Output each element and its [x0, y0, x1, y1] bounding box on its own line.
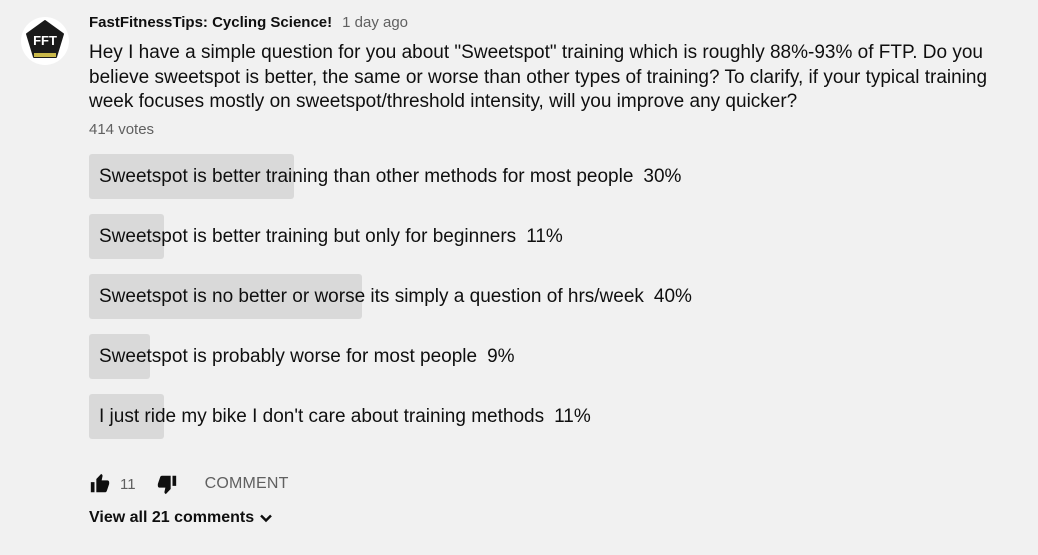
post-time[interactable]: 1 day ago	[342, 14, 408, 31]
avatar-text: FFT	[33, 33, 57, 48]
dislike-button[interactable]	[156, 473, 178, 495]
channel-avatar[interactable]: FFT	[21, 17, 69, 65]
poll-option-label: I just ride my bike I don't care about t…	[99, 405, 545, 427]
poll-option-label: Sweetspot is probably worse for most peo…	[99, 345, 478, 367]
fft-logo-icon: FFT	[21, 17, 69, 65]
poll-option[interactable]: I just ride my bike I don't care about t…	[89, 393, 1019, 439]
poll-option-percent: 40%	[653, 285, 692, 307]
poll-option[interactable]: Sweetspot is probably worse for most peo…	[89, 333, 1019, 379]
poll-option-text: Sweetspot is better training than other …	[99, 154, 681, 199]
post-content: FastFitnessTips: Cycling Science! 1 day …	[89, 14, 1019, 454]
poll-option[interactable]: Sweetspot is better training but only fo…	[89, 213, 1019, 259]
community-post: FFT FastFitnessTips: Cycling Science! 1 …	[0, 0, 1038, 555]
like-count: 11	[120, 475, 136, 493]
poll-option-percent: 30%	[643, 165, 682, 187]
poll-option-label: Sweetspot is better training but only fo…	[99, 225, 517, 247]
poll-option-percent: 11%	[554, 405, 591, 427]
poll-option-label: Sweetspot is better training than other …	[99, 165, 634, 187]
action-bar: 11 COMMENT	[89, 470, 289, 498]
like-button[interactable]	[89, 473, 111, 495]
poll-option[interactable]: Sweetspot is better training than other …	[89, 153, 1019, 199]
poll-option-label: Sweetspot is no better or worse its simp…	[99, 285, 644, 307]
vote-count: 414 votes	[89, 120, 155, 138]
post-header: FastFitnessTips: Cycling Science! 1 day …	[89, 14, 1019, 36]
view-all-comments-label: View all 21 comments	[89, 509, 255, 526]
thumbs-down-icon	[157, 475, 176, 495]
comment-button[interactable]: COMMENT	[205, 475, 289, 493]
view-all-comments-button[interactable]: View all 21 comments	[89, 509, 273, 527]
poll-option-text: Sweetspot is probably worse for most peo…	[99, 334, 515, 379]
poll-option-text: Sweetspot is no better or worse its simp…	[99, 274, 692, 319]
author-name[interactable]: FastFitnessTips: Cycling Science!	[89, 14, 332, 31]
poll-question: Hey I have a simple question for you abo…	[89, 42, 988, 112]
poll-option[interactable]: Sweetspot is no better or worse its simp…	[89, 273, 1019, 319]
chevron-down-icon	[260, 514, 272, 523]
poll-options: Sweetspot is better training than other …	[89, 153, 1019, 439]
poll-option-percent: 11%	[526, 225, 563, 247]
poll-option-text: I just ride my bike I don't care about t…	[99, 394, 591, 439]
thumbs-up-icon	[90, 473, 110, 493]
poll-option-percent: 9%	[487, 345, 515, 367]
poll-option-text: Sweetspot is better training but only fo…	[99, 214, 563, 259]
